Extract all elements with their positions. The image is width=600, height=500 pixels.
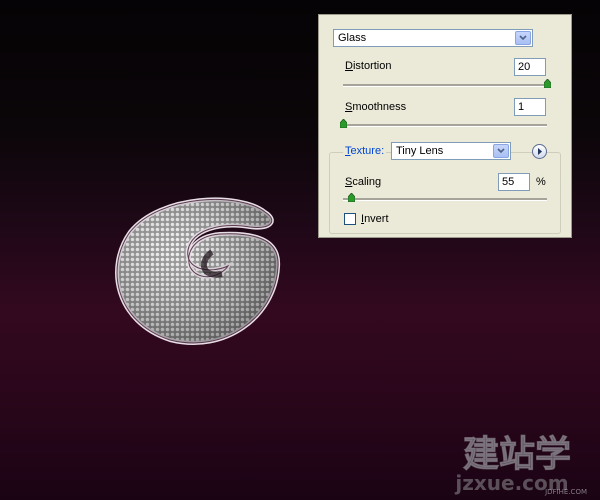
texture-menu-button[interactable] [532, 144, 547, 159]
glass-filter-panel: Glass Distortion 20 Smoothness 1 Texture… [318, 14, 572, 238]
filter-select-value: Glass [338, 32, 367, 44]
distortion-label: Distortion [345, 60, 392, 72]
texture-select[interactable]: Tiny Lens [391, 142, 511, 160]
smoothness-slider-thumb[interactable] [339, 119, 347, 128]
smoothness-input[interactable]: 1 [514, 98, 546, 116]
filter-select[interactable]: Glass [333, 29, 533, 47]
watermark-small-text: JDFIHE.COM [544, 488, 587, 496]
distortion-slider-thumb[interactable] [543, 79, 551, 88]
distortion-slider-track[interactable] [343, 84, 547, 87]
scaling-slider-thumb[interactable] [347, 193, 355, 202]
invert-checkbox[interactable] [344, 213, 356, 225]
watermark-main-text: 建站学 [463, 433, 571, 475]
glass-letter-g-artwork [115, 197, 281, 345]
play-arrow-icon [537, 148, 542, 155]
invert-label[interactable]: Invert [361, 213, 389, 225]
texture-select-value: Tiny Lens [396, 145, 444, 157]
scaling-unit: % [536, 176, 546, 188]
scaling-slider-track[interactable] [343, 198, 547, 201]
scaling-input[interactable]: 55 [498, 173, 530, 191]
scaling-label: Scaling [345, 176, 382, 188]
chevron-down-icon[interactable] [515, 31, 531, 45]
chevron-down-icon[interactable] [493, 144, 509, 158]
smoothness-slider-track[interactable] [343, 124, 547, 127]
smoothness-label: Smoothness [345, 101, 407, 113]
distortion-input[interactable]: 20 [514, 58, 546, 76]
texture-label: Texture: [343, 145, 387, 157]
watermark-logo: 建站学 jzxue.com JDFIHE.COM [454, 433, 587, 497]
